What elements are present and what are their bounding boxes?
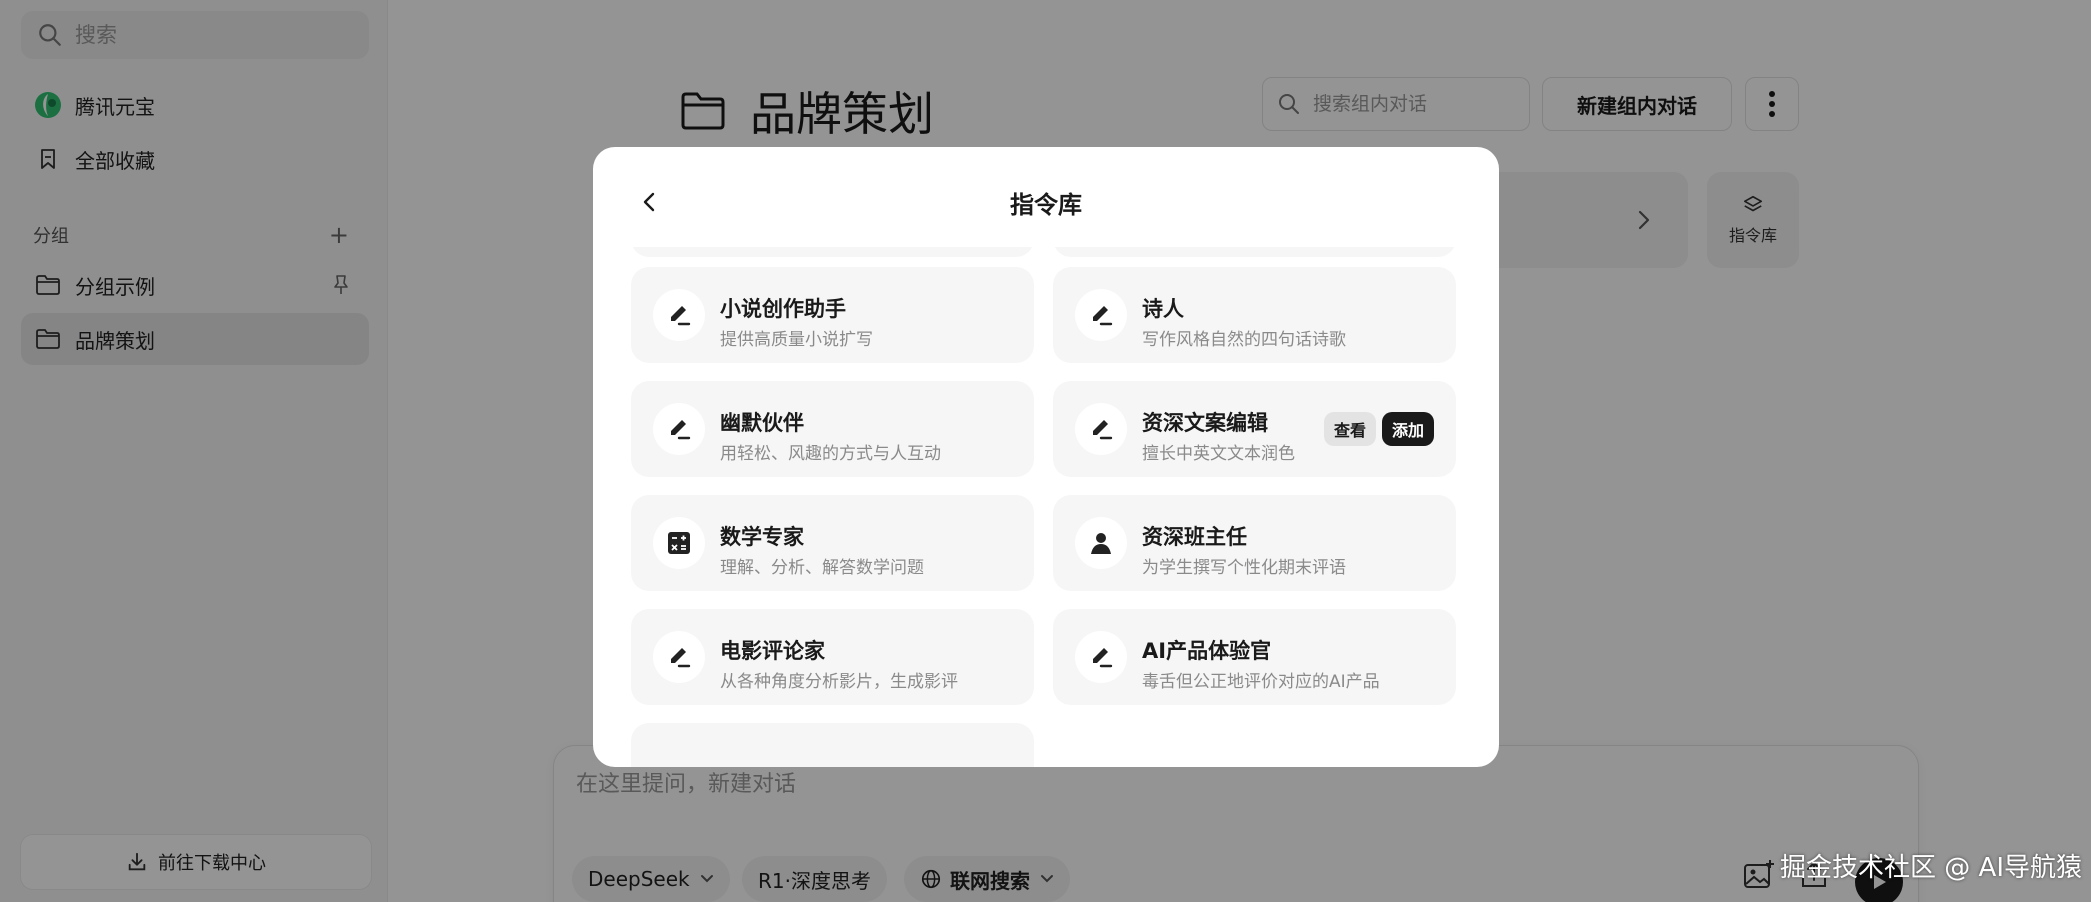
- command-desc: 毒舌但公正地评价对应的AI产品: [1142, 672, 1380, 692]
- pencil-icon: [653, 403, 705, 455]
- command-card[interactable]: 资深班主任 为学生撰写个性化期末评语: [1053, 495, 1456, 591]
- watermark: 掘金技术社区 @ AI导航猿: [1780, 853, 2082, 883]
- card-actions: 查看 添加: [1323, 412, 1434, 446]
- command-card[interactable]: [631, 247, 1034, 257]
- command-card[interactable]: [631, 723, 1034, 767]
- command-card[interactable]: 数学专家 理解、分析、解答数学问题: [631, 495, 1034, 591]
- pencil-icon: [653, 289, 705, 341]
- command-name: 资深班主任: [1142, 525, 1247, 549]
- command-desc: 擅长中英文文本润色: [1142, 444, 1295, 464]
- command-card[interactable]: 小说创作助手 提供高质量小说扩写: [631, 267, 1034, 363]
- command-library-modal: 指令库 小说创作助手 提供高质量小说扩写 诗人 写作风格自然的四句话诗歌 幽默伙…: [593, 147, 1499, 767]
- command-desc: 用轻松、风趣的方式与人互动: [720, 444, 941, 464]
- command-desc: 提供高质量小说扩写: [720, 330, 873, 350]
- command-desc: 从各种角度分析影片，生成影评: [720, 672, 958, 692]
- command-card[interactable]: AI产品体验官 毒舌但公正地评价对应的AI产品: [1053, 609, 1456, 705]
- command-card-hovered[interactable]: 资深文案编辑 擅长中英文文本润色 查看 添加: [1053, 381, 1456, 477]
- command-name: 小说创作助手: [720, 297, 846, 321]
- command-card[interactable]: 诗人 写作风格自然的四句话诗歌: [1053, 267, 1456, 363]
- command-name: 资深文案编辑: [1142, 411, 1268, 435]
- modal-title: 指令库: [1010, 191, 1082, 219]
- calculator-icon: [653, 517, 705, 569]
- command-card[interactable]: 电影评论家 从各种角度分析影片，生成影评: [631, 609, 1034, 705]
- command-name: AI产品体验官: [1142, 639, 1272, 663]
- pencil-icon: [1075, 403, 1127, 455]
- command-desc: 为学生撰写个性化期末评语: [1142, 558, 1346, 578]
- command-desc: 理解、分析、解答数学问题: [720, 558, 924, 578]
- pencil-icon: [653, 631, 705, 683]
- pencil-icon: [1075, 631, 1127, 683]
- command-card[interactable]: 幽默伙伴 用轻松、风趣的方式与人互动: [631, 381, 1034, 477]
- command-desc: 写作风格自然的四句话诗歌: [1142, 330, 1346, 350]
- command-list[interactable]: 小说创作助手 提供高质量小说扩写 诗人 写作风格自然的四句话诗歌 幽默伙伴 用轻…: [593, 247, 1499, 767]
- pencil-icon: [1075, 289, 1127, 341]
- command-name: 数学专家: [720, 525, 804, 549]
- add-button[interactable]: 添加: [1381, 412, 1434, 446]
- command-name: 诗人: [1142, 297, 1184, 321]
- view-button[interactable]: 查看: [1323, 412, 1376, 446]
- command-name: 幽默伙伴: [720, 411, 804, 435]
- command-name: 电影评论家: [720, 639, 825, 663]
- person-icon: [1075, 517, 1127, 569]
- command-card[interactable]: [1053, 247, 1456, 257]
